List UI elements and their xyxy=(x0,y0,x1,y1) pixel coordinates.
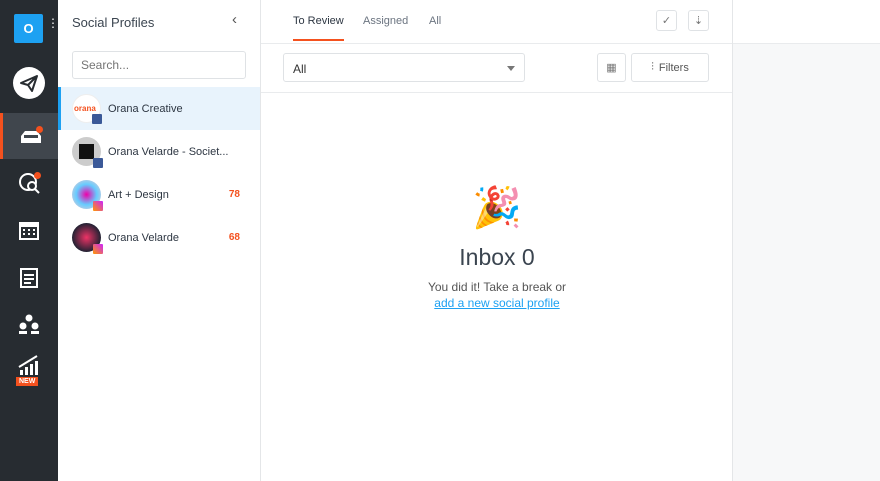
nav-drafts[interactable] xyxy=(0,254,58,300)
empty-title: Inbox 0 xyxy=(459,244,535,270)
detail-pane xyxy=(733,0,880,481)
org-logo[interactable]: O xyxy=(14,14,43,43)
facebook-icon xyxy=(92,114,102,124)
party-popper-icon: 🎉 xyxy=(472,186,522,230)
profile-item[interactable]: orana Orana Creative xyxy=(58,87,260,130)
avatar xyxy=(72,137,103,168)
new-badge: NEW xyxy=(16,377,39,386)
check-icon[interactable]: ✓ xyxy=(656,10,677,31)
instagram-icon xyxy=(93,244,103,254)
analytics-icon xyxy=(18,355,38,375)
notification-dot xyxy=(34,172,41,179)
team-icon xyxy=(19,314,39,334)
calendar-icon xyxy=(19,222,39,240)
avatar xyxy=(72,180,103,211)
avatar xyxy=(72,223,103,254)
filter-select[interactable]: All xyxy=(283,53,525,82)
tab-bar: To Review Assigned All ✓ ⇣ xyxy=(261,0,732,44)
profile-name: Orana Creative xyxy=(108,102,183,115)
paper-plane-icon xyxy=(13,67,45,99)
tab-assigned[interactable]: Assigned xyxy=(363,15,408,27)
profile-name: Orana Velarde - Societ... xyxy=(108,145,229,158)
notification-dot xyxy=(36,126,43,133)
profile-search-input[interactable] xyxy=(72,51,246,79)
profile-item[interactable]: Orana Velarde - Societ... xyxy=(58,130,260,173)
sort-icon[interactable]: ⇣ xyxy=(688,10,709,31)
left-rail: O ⋮ NEW xyxy=(0,0,59,481)
empty-subtitle: You did it! Take a break or xyxy=(427,280,567,294)
nav-inbox[interactable] xyxy=(0,113,58,159)
collapse-chevron-icon[interactable]: ‹ xyxy=(232,11,237,28)
filter-bar: All ▦ ⫶ Filters xyxy=(261,44,732,93)
calendar-button[interactable]: ▦ xyxy=(597,53,626,82)
social-profiles-panel: Social Profiles ‹ orana Orana Creative Or… xyxy=(58,0,261,481)
profile-item[interactable]: Orana Velarde 68 xyxy=(58,216,260,259)
inbox-main: To Review Assigned All ✓ ⇣ All ▦ ⫶ Filter… xyxy=(261,0,733,481)
chevron-down-icon xyxy=(507,66,515,75)
sliders-icon: ⫶ xyxy=(651,61,654,73)
filters-button[interactable]: ⫶ Filters xyxy=(631,53,709,82)
nav-planner[interactable] xyxy=(0,207,58,253)
empty-state: 🎉 Inbox 0 You did it! Take a break or ad… xyxy=(261,186,733,310)
panel-title: Social Profiles xyxy=(72,15,155,30)
profile-item[interactable]: Art + Design 78 xyxy=(58,173,260,216)
avatar: orana xyxy=(72,94,102,124)
nav-streams[interactable] xyxy=(0,160,58,206)
instagram-icon xyxy=(93,201,103,211)
nav-publish[interactable] xyxy=(0,60,58,106)
unread-count: 78 xyxy=(228,189,240,200)
unread-count: 68 xyxy=(228,232,240,243)
nav-teams[interactable] xyxy=(0,301,58,347)
profile-name: Orana Velarde xyxy=(108,231,179,244)
tab-all[interactable]: All xyxy=(429,15,441,27)
profile-name: Art + Design xyxy=(108,188,169,201)
tab-to-review[interactable]: To Review xyxy=(293,15,344,41)
facebook-icon xyxy=(93,158,103,168)
notepad-icon xyxy=(20,268,38,288)
add-social-profile-link[interactable]: add a new social profile xyxy=(261,296,733,310)
